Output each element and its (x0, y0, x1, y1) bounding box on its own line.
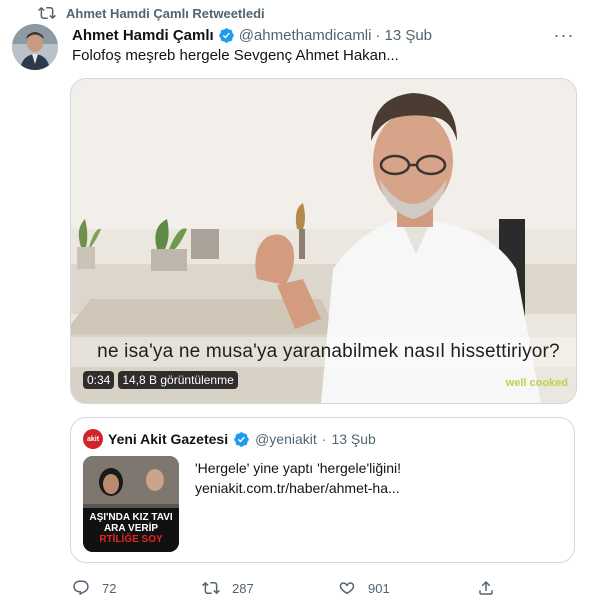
video-views: 14,8 B görüntülenme (118, 371, 238, 389)
like-button[interactable]: 901 (338, 576, 390, 600)
retweet-context[interactable]: Ahmet Hamdi Çamlı Retweetledi (38, 2, 265, 24)
quoted-thumbnail: AŞI'NDA KIZ TAVI ARA VERİP RTİLİĞE SOY (83, 456, 179, 552)
reply-icon (72, 579, 90, 597)
share-icon (477, 579, 495, 597)
more-icon: ··· (553, 24, 575, 45)
verified-icon (218, 27, 235, 44)
quoted-tweet-header: akit Yeni Akit Gazetesi @yeniakit · 13 Ş… (83, 428, 376, 450)
video-subtitle: ne isa'ya ne musa'ya yaranabilmek nasıl … (97, 341, 560, 362)
author-handle[interactable]: @ahmethamdicamli (239, 27, 372, 44)
retweet-label: Ahmet Hamdi Çamlı Retweetledi (66, 5, 265, 21)
tweet-text: Folofoş meşreb hergele Sevgenç Ahmet Hak… (72, 47, 399, 64)
separator-dot: · (321, 431, 327, 447)
tweet-header: Ahmet Hamdi Çamlı @ahmethamdicamli · 13 … (72, 24, 432, 46)
quoted-tweet-date: 13 Şub (331, 431, 376, 447)
retweet-icon (202, 579, 220, 597)
video-duration: 0:34 (83, 371, 115, 389)
tweet-date[interactable]: 13 Şub (384, 27, 432, 44)
like-count: 901 (368, 580, 390, 596)
share-button[interactable] (477, 576, 495, 600)
retweet-icon (38, 4, 56, 22)
tweet-actions: 72 287 901 (72, 576, 512, 600)
thumbnail-line: ARA VERİP (103, 523, 159, 534)
akit-logo: akit (83, 429, 103, 449)
separator-dot: · (375, 26, 381, 44)
avatar-image (12, 24, 58, 70)
avatar[interactable] (12, 24, 58, 70)
quoted-author-handle: @yeniakit (255, 431, 317, 447)
retweet-button[interactable]: 287 (202, 576, 254, 600)
reply-button[interactable]: 72 (72, 576, 116, 600)
quoted-tweet[interactable]: akit Yeni Akit Gazetesi @yeniakit · 13 Ş… (70, 417, 575, 563)
video-watermark: well cooked (505, 377, 568, 389)
video-player[interactable]: ne isa'ya ne musa'ya yaranabilmek nasıl … (70, 78, 577, 404)
quoted-tweet-text: 'Hergele' yine yaptı 'hergele'liğini! (195, 460, 402, 476)
retweet-count: 287 (232, 580, 254, 596)
thumbnail-caption: AŞI'NDA KIZ TAVI ARA VERİP RTİLİĞE SOY (83, 512, 179, 545)
heart-icon (338, 579, 356, 597)
thumbnail-line: AŞI'NDA KIZ TAVI (89, 512, 173, 523)
more-options-button[interactable]: ··· (552, 24, 576, 46)
quoted-tweet-link[interactable]: yeniakit.com.tr/haber/ahmet-ha... (195, 480, 400, 496)
author-name[interactable]: Ahmet Hamdi Çamlı (72, 27, 214, 44)
reply-count: 72 (102, 580, 117, 596)
quoted-author-name: Yeni Akit Gazetesi (108, 431, 229, 447)
verified-icon (233, 431, 250, 448)
thumbnail-line: RTİLİĞE SOY (99, 534, 163, 545)
video-badges: 0:34 14,8 B görüntülenme (83, 371, 238, 389)
